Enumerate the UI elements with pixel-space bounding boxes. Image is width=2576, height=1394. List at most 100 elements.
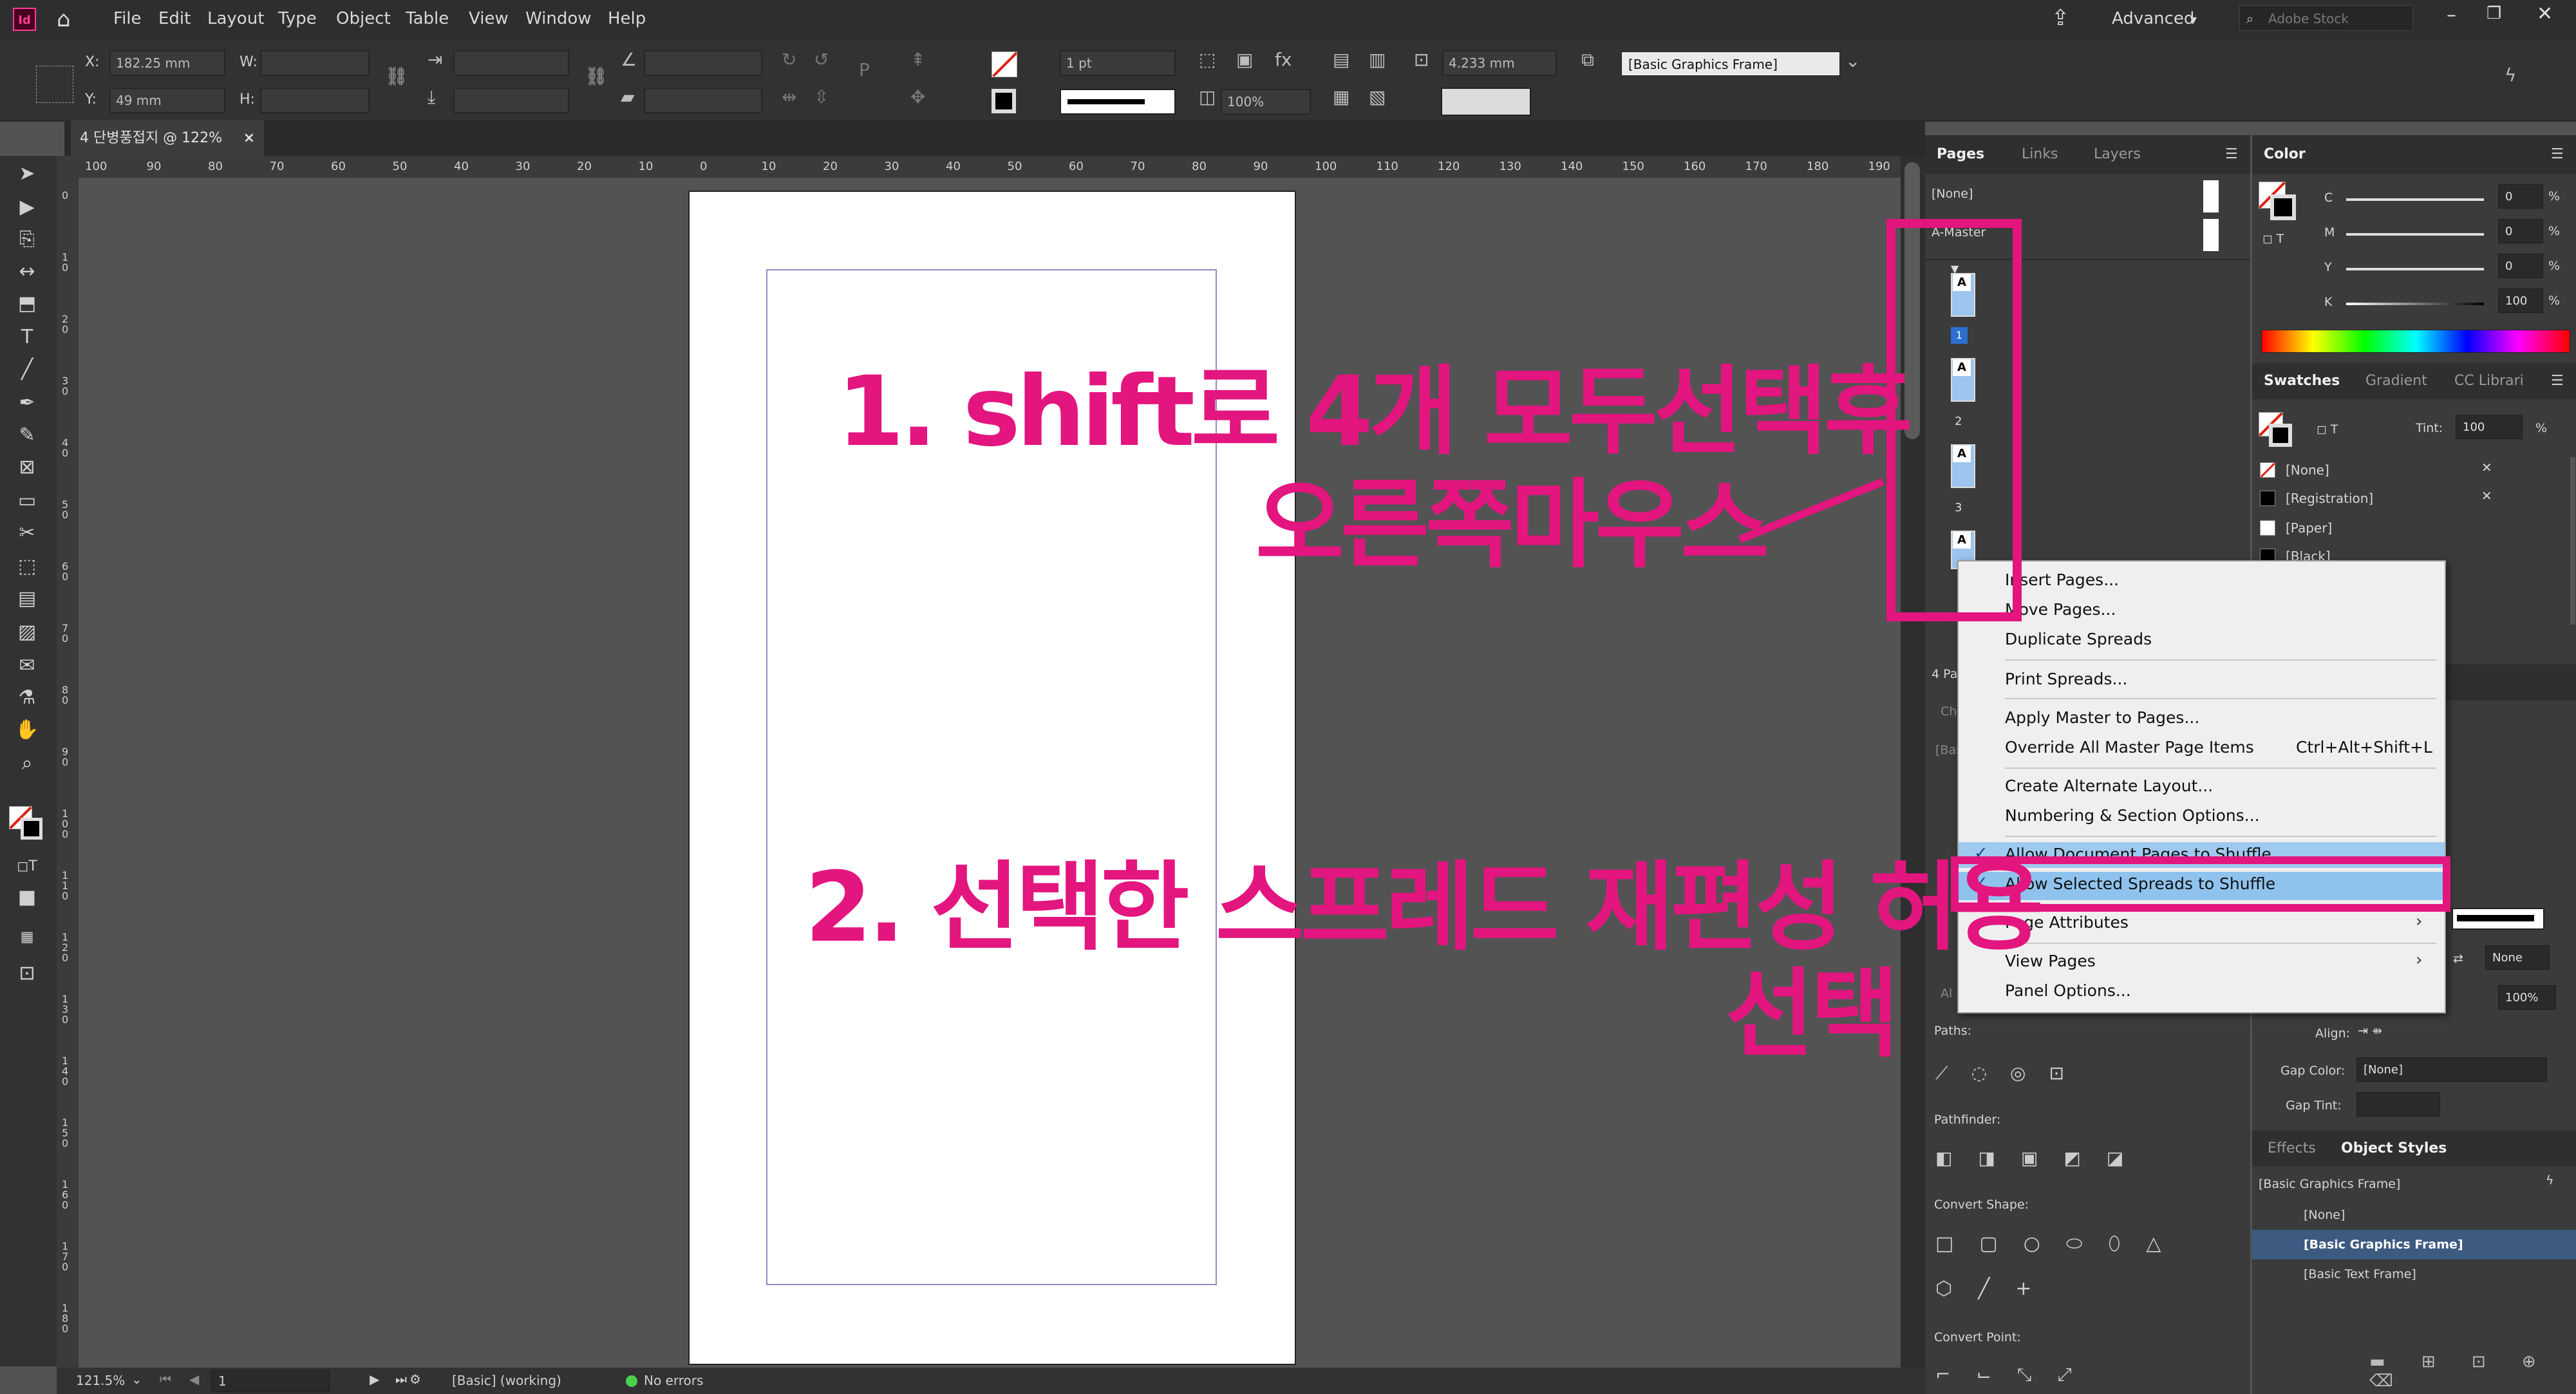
color-spectrum[interactable] xyxy=(2261,330,2570,353)
shear-field[interactable] xyxy=(644,88,762,113)
swatch-none[interactable]: [None] ✕ xyxy=(2260,456,2562,484)
channel-m-field[interactable]: 0 xyxy=(2498,219,2543,243)
convert-shape-icons-row1[interactable]: □▢○⬭⬯△ xyxy=(1935,1232,2186,1255)
close-window-icon[interactable]: ✕ xyxy=(2537,3,2553,25)
convert-shape-icons-row2[interactable]: ⬡╱+ xyxy=(1935,1277,2057,1300)
stroke-end-field[interactable]: None xyxy=(2485,945,2550,970)
fx-icon[interactable]: fx xyxy=(1275,49,1292,70)
menu-object[interactable]: Object xyxy=(336,9,391,28)
channel-y-slider[interactable] xyxy=(2346,268,2484,270)
menu-insert-pages[interactable]: Insert Pages... xyxy=(2005,570,2119,589)
none-master-label[interactable]: [None] xyxy=(1932,187,1973,201)
page-tool-icon[interactable]: ⎘ xyxy=(14,227,40,252)
text-wrap-icon[interactable]: ▤ xyxy=(1333,49,1349,70)
y-field[interactable]: 49 mm xyxy=(109,88,225,113)
frame-fitting-icon[interactable]: ⬚ xyxy=(1199,49,1216,70)
hand-tool-icon[interactable]: ✋ xyxy=(14,717,40,743)
fit-content-icon[interactable]: ▣ xyxy=(1236,49,1253,70)
pen-tool-icon[interactable]: ✒ xyxy=(14,390,40,416)
constrain-scale-icon[interactable]: ⛓ xyxy=(585,66,608,87)
scissors-tool-icon[interactable]: ✂ xyxy=(14,520,40,546)
tab-cc-libraries[interactable]: CC Librari xyxy=(2454,363,2524,399)
home-icon[interactable]: ⌂ xyxy=(57,6,71,32)
selection-tool-icon[interactable]: ➤ xyxy=(14,161,40,187)
rotate-icon[interactable]: ∠ xyxy=(621,49,637,70)
stroke-swap-icon[interactable]: ⇄ xyxy=(2453,952,2463,966)
gradient-swatch-tool-icon[interactable]: ▤ xyxy=(14,586,40,612)
menu-print-spreads[interactable]: Print Spreads... xyxy=(2005,670,2127,688)
swatches-scrollbar[interactable] xyxy=(2570,457,2575,625)
last-page-icon[interactable]: ⏭ xyxy=(395,1371,407,1387)
menu-table[interactable]: Table xyxy=(406,9,449,28)
tab-pages[interactable]: Pages xyxy=(1937,135,1984,174)
align-stroke-icon[interactable]: ⇥ ⇻ xyxy=(2358,1024,2382,1038)
object-style-item-basic-text[interactable]: [Basic Text Frame] xyxy=(2252,1259,2576,1289)
color-format-icon[interactable]: ◻ T xyxy=(2262,232,2284,246)
distribute-icon[interactable]: ▧ xyxy=(1369,86,1386,108)
color-stroke-swatch[interactable] xyxy=(2270,194,2296,220)
convert-point-icons[interactable]: ⌐⌙⤡⤢ xyxy=(1935,1364,2098,1386)
apply-color-icon[interactable]: ■ xyxy=(14,885,40,910)
prev-page-icon[interactable]: ◀ xyxy=(189,1371,199,1387)
rectangle-frame-tool-icon[interactable]: ⊠ xyxy=(14,455,40,480)
menu-type[interactable]: Type xyxy=(278,9,317,28)
rectangle-tool-icon[interactable]: ▭ xyxy=(14,488,40,514)
swatch-format-icon[interactable]: ◻ T xyxy=(2317,422,2338,437)
stroke-swatch[interactable] xyxy=(992,89,1016,113)
rotate-ccw-icon[interactable]: ↺ xyxy=(814,49,829,70)
opacity-icon[interactable]: ◫ xyxy=(1199,86,1216,108)
gap-color-field[interactable]: [None] xyxy=(2356,1057,2547,1082)
align-icon[interactable]: ▦ xyxy=(1333,86,1349,108)
preview-mode-icon[interactable]: ⊡ xyxy=(14,961,40,986)
content-icon[interactable]: P xyxy=(859,59,870,80)
scale-y-field[interactable] xyxy=(453,88,569,113)
next-page-icon[interactable]: ▶ xyxy=(370,1371,379,1387)
zoom-tool-icon[interactable]: ⌕ xyxy=(14,751,40,777)
color-panel-menu-icon[interactable]: ☰ xyxy=(2551,135,2564,174)
menu-help[interactable]: Help xyxy=(608,9,646,28)
lightning-icon[interactable]: ϟ xyxy=(2505,64,2516,86)
direct-selection-tool-icon[interactable]: ▶ xyxy=(14,194,40,220)
tab-color[interactable]: Color xyxy=(2264,135,2306,174)
page-number-field[interactable]: 1 xyxy=(211,1370,330,1392)
panel-menu-icon[interactable]: ☰ xyxy=(2225,135,2238,174)
tab-swatches[interactable]: Swatches xyxy=(2264,363,2340,399)
a-master-thumb[interactable] xyxy=(2203,219,2219,251)
tab-effects[interactable]: Effects xyxy=(2268,1131,2316,1167)
restore-icon[interactable]: ❐ xyxy=(2487,4,2501,23)
spacing-field[interactable]: 4.233 mm xyxy=(1442,50,1557,76)
select-container-icon[interactable]: ⇞ xyxy=(910,49,925,70)
spacing-icon[interactable]: ⊡ xyxy=(1414,49,1429,70)
fill-stroke-widget[interactable] xyxy=(9,806,44,841)
wrap-around-icon[interactable]: ▥ xyxy=(1369,49,1386,70)
menu-file[interactable]: File xyxy=(113,9,142,28)
channel-m-slider[interactable] xyxy=(2346,233,2484,236)
tab-gradient[interactable]: Gradient xyxy=(2365,363,2427,399)
close-tab-icon[interactable]: × xyxy=(243,120,255,156)
menu-view[interactable]: View xyxy=(469,9,509,28)
minimize-icon[interactable]: – xyxy=(2447,4,2456,26)
flip-h-icon[interactable]: ⇹ xyxy=(782,86,796,108)
channel-c-slider[interactable] xyxy=(2346,198,2484,201)
chevron-down-icon[interactable]: ▾ xyxy=(2190,12,2197,27)
object-style-dropdown[interactable]: [Basic Graphics Frame] xyxy=(1621,52,1840,76)
stroke-scale-field[interactable]: 100% xyxy=(2498,985,2556,1010)
opacity-field[interactable]: 100% xyxy=(1221,89,1311,115)
tab-document[interactable]: 4 단병풍접지 @ 122% × xyxy=(71,120,264,156)
share-icon[interactable]: ⇪ xyxy=(2051,5,2070,31)
preflight-status[interactable]: No errors xyxy=(644,1373,703,1388)
stroke-type-preview[interactable] xyxy=(2452,908,2544,930)
channel-k-slider[interactable] xyxy=(2346,303,2484,305)
type-tool-icon[interactable]: T xyxy=(14,325,40,350)
workspace-switcher[interactable]: Advanced xyxy=(2112,9,2194,28)
line-tool-icon[interactable]: ╱ xyxy=(14,357,40,382)
menu-window[interactable]: Window xyxy=(525,9,592,28)
swatch-stroke-icon[interactable] xyxy=(2269,424,2292,447)
constrain-link-icon[interactable]: ⛓ xyxy=(385,66,408,87)
channel-k-field[interactable]: 100 xyxy=(2498,288,2543,313)
object-style-item-basic-graphics[interactable]: [Basic Graphics Frame] xyxy=(2252,1230,2576,1259)
pencil-tool-icon[interactable]: ✎ xyxy=(14,422,40,448)
rotate-field[interactable] xyxy=(644,50,762,76)
menu-override-master-items[interactable]: Override All Master Page Items xyxy=(2005,738,2254,757)
content-collector-icon[interactable]: ⬒ xyxy=(14,291,40,317)
